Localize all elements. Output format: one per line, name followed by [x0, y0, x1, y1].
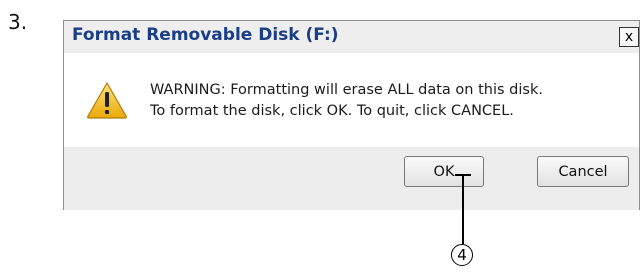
callout-marker: 4	[451, 244, 473, 266]
callout-line	[462, 174, 464, 244]
close-icon: x	[624, 29, 634, 45]
dialog-content: WARNING: Formatting will erase ALL data …	[64, 53, 639, 147]
step-number: 3.	[8, 10, 28, 34]
format-dialog: Format Removable Disk (F:) x WARNING: Fo…	[63, 20, 640, 210]
dialog-title: Format Removable Disk (F:)	[72, 25, 339, 45]
close-button[interactable]: x	[619, 27, 639, 47]
cancel-button[interactable]: Cancel	[537, 156, 629, 187]
dialog-title-bar[interactable]: Format Removable Disk (F:) x	[64, 21, 639, 53]
warning-icon	[87, 82, 127, 119]
ok-button[interactable]: OK	[404, 156, 484, 187]
warning-line-1: WARNING: Formatting will erase ALL data …	[150, 82, 543, 98]
warning-message: WARNING: Formatting will erase ALL data …	[150, 80, 543, 122]
warning-line-2: To format the disk, click OK. To quit, c…	[150, 103, 514, 119]
